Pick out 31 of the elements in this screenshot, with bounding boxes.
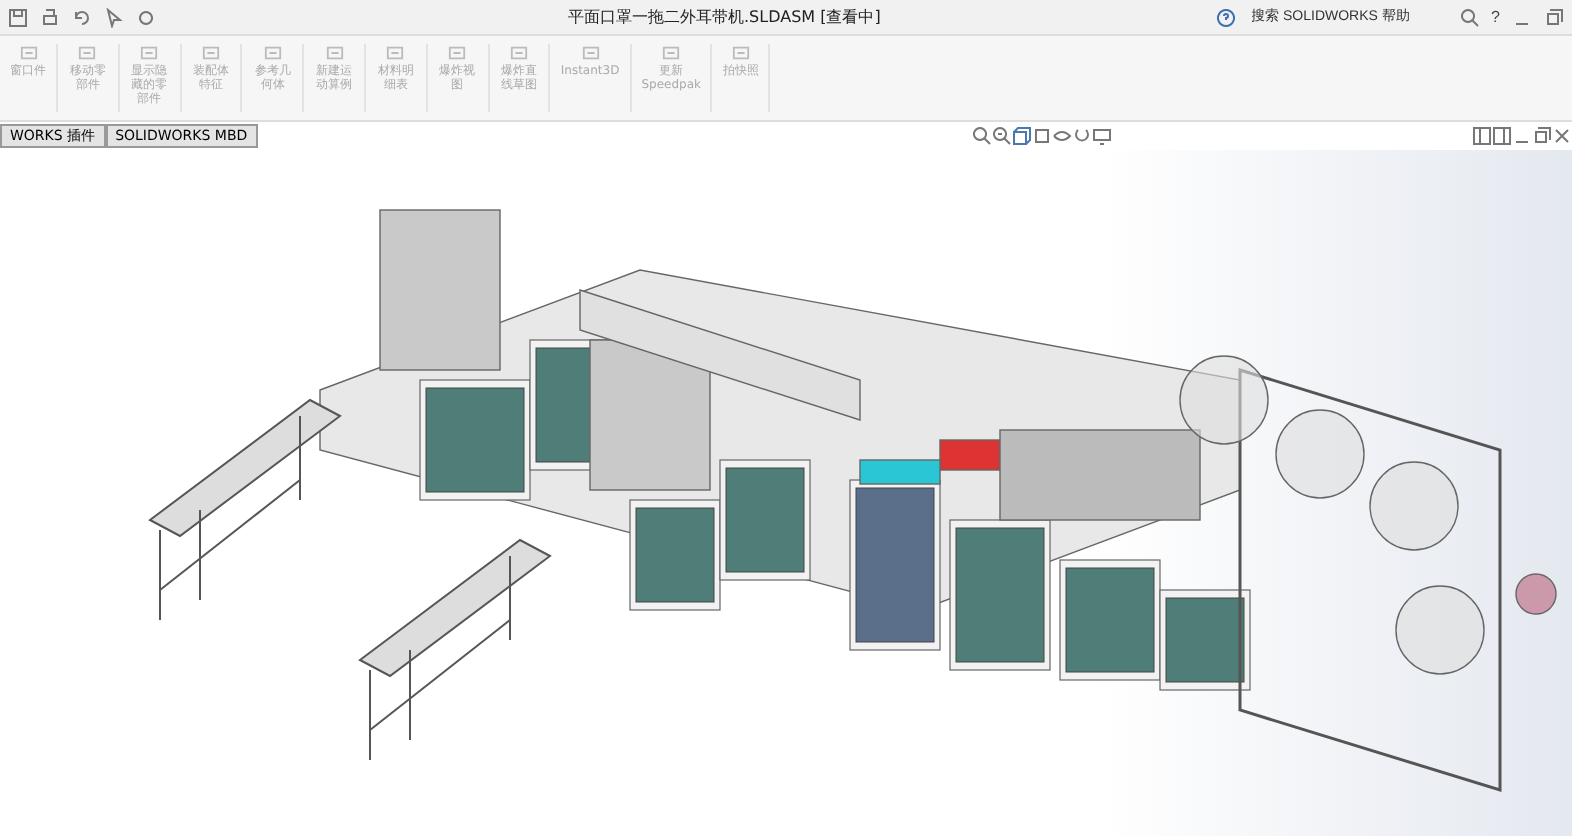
tool-icon <box>386 44 405 62</box>
tool-icon <box>263 44 282 62</box>
help-button[interactable]: ? <box>1491 8 1500 26</box>
tile-left-icon[interactable] <box>1472 126 1492 146</box>
close-icon[interactable] <box>1552 126 1572 146</box>
save-icon[interactable] <box>8 7 28 27</box>
print-icon[interactable] <box>40 7 60 27</box>
help-icon[interactable] <box>1215 7 1236 27</box>
tool-icon <box>731 44 750 62</box>
display-style-icon[interactable] <box>1032 126 1052 146</box>
restore-icon[interactable] <box>1544 7 1564 27</box>
tool-icon <box>662 44 681 62</box>
tile-right-icon[interactable] <box>1492 126 1512 146</box>
tool-icon <box>19 44 37 62</box>
tool-icon <box>140 44 159 62</box>
tool-icon <box>201 44 220 62</box>
hide-show-icon[interactable] <box>1052 126 1072 146</box>
tool-icon <box>78 44 97 62</box>
restore-icon[interactable] <box>1532 126 1552 146</box>
zoom-area-icon[interactable] <box>992 126 1012 146</box>
zoom-fit-icon[interactable] <box>972 126 992 146</box>
monitor-icon[interactable] <box>1092 126 1112 146</box>
view-orientation-icon[interactable] <box>1012 126 1032 146</box>
tool-icon <box>581 44 600 62</box>
tool-icon <box>509 44 528 62</box>
tool-icon <box>448 44 467 62</box>
tool-icon <box>325 44 344 62</box>
select-icon[interactable] <box>104 7 124 27</box>
undo-icon[interactable] <box>72 7 92 27</box>
search-icon[interactable] <box>1459 7 1480 27</box>
window-title: 平面口罩一拖二外耳带机.SLDASM [查看中] <box>568 6 881 28</box>
